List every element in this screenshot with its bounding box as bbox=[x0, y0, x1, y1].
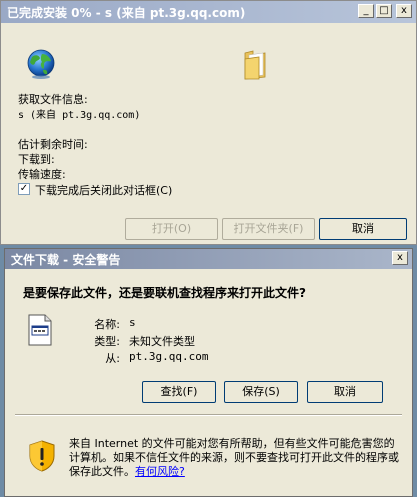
save-question-text: 是要保存此文件，还是要联机查找程序来打开此文件? bbox=[23, 286, 306, 300]
from-label: 从: bbox=[105, 352, 120, 365]
progress-cancel-button[interactable]: 取消 bbox=[319, 218, 407, 240]
minimize-button[interactable]: _ bbox=[358, 4, 374, 18]
security-dialog-controls: x bbox=[392, 251, 408, 265]
progress-window-controls: _ □ x bbox=[358, 4, 412, 18]
shield-warning-icon bbox=[29, 440, 55, 472]
screen: 已完成安装 0% - s (来自 pt.3g.qq.com) _ □ x 获取文… bbox=[0, 0, 417, 497]
security-warning-text: 来自 Internet 的文件可能对您有所帮助，但有些文件可能危害您的计算机。如… bbox=[69, 437, 399, 479]
name-value: s bbox=[129, 316, 136, 329]
from-value: pt.3g.qq.com bbox=[129, 350, 209, 363]
name-label: 名称: bbox=[94, 318, 120, 331]
maximize-button[interactable]: □ bbox=[376, 4, 392, 18]
open-folder-button[interactable]: 打开文件夹(F) bbox=[222, 218, 315, 240]
folder-icon bbox=[244, 50, 266, 80]
get-info-label: 获取文件信息: bbox=[18, 93, 88, 106]
security-close-button[interactable]: x bbox=[392, 251, 408, 265]
transfer-rate-label: 传输速度: bbox=[18, 168, 66, 181]
security-cancel-button[interactable]: 取消 bbox=[307, 381, 383, 403]
security-warning-dialog: 文件下载 - 安全警告 x 是要保存此文件，还是要联机查找程序来打开此文件? 名… bbox=[4, 248, 413, 497]
open-button[interactable]: 打开(O) bbox=[125, 218, 218, 240]
close-on-complete-label[interactable]: 下载完成后关闭此对话框(C) bbox=[35, 182, 172, 198]
progress-window-title: 已完成安装 0% - s (来自 pt.3g.qq.com) bbox=[7, 5, 246, 20]
download-to-label: 下载到: bbox=[18, 153, 55, 166]
file-source-text: s (来自 pt.3g.qq.com) bbox=[18, 110, 141, 121]
globe-icon bbox=[27, 49, 55, 79]
close-on-complete-checkbox[interactable]: ✓ bbox=[18, 183, 30, 195]
save-button[interactable]: 保存(S) bbox=[224, 381, 298, 403]
type-label: 类型: bbox=[94, 335, 120, 348]
whats-the-risk-link[interactable]: 有何风险? bbox=[135, 465, 185, 478]
type-value: 未知文件类型 bbox=[129, 335, 195, 348]
divider bbox=[15, 414, 402, 416]
progress-window-titlebar[interactable]: 已完成安装 0% - s (来自 pt.3g.qq.com) _ □ x bbox=[1, 1, 416, 23]
find-button[interactable]: 查找(F) bbox=[142, 381, 216, 403]
security-dialog-titlebar[interactable]: 文件下载 - 安全警告 x bbox=[5, 249, 412, 269]
time-left-label: 估计剩余时间: bbox=[18, 138, 88, 151]
close-button[interactable]: x bbox=[396, 4, 412, 18]
download-progress-window: 已完成安装 0% - s (来自 pt.3g.qq.com) _ □ x 获取文… bbox=[0, 0, 417, 245]
security-dialog-title: 文件下载 - 安全警告 bbox=[11, 252, 121, 267]
warning-message: 来自 Internet 的文件可能对您有所帮助，但有些文件可能危害您的计算机。如… bbox=[69, 437, 399, 478]
